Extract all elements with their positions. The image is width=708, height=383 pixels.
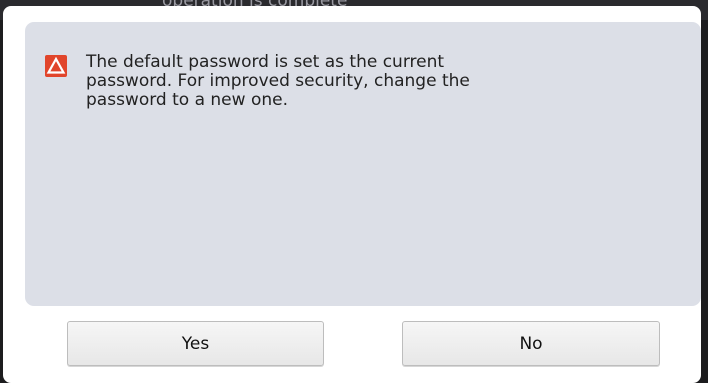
no-button[interactable]: No (402, 321, 660, 366)
warning-message: The default password is set as the curre… (86, 52, 470, 110)
password-warning-dialog: The default password is set as the curre… (3, 6, 701, 383)
yes-button[interactable]: Yes (67, 321, 324, 366)
warning-triangle-icon (45, 55, 67, 77)
message-panel: The default password is set as the curre… (25, 22, 701, 306)
